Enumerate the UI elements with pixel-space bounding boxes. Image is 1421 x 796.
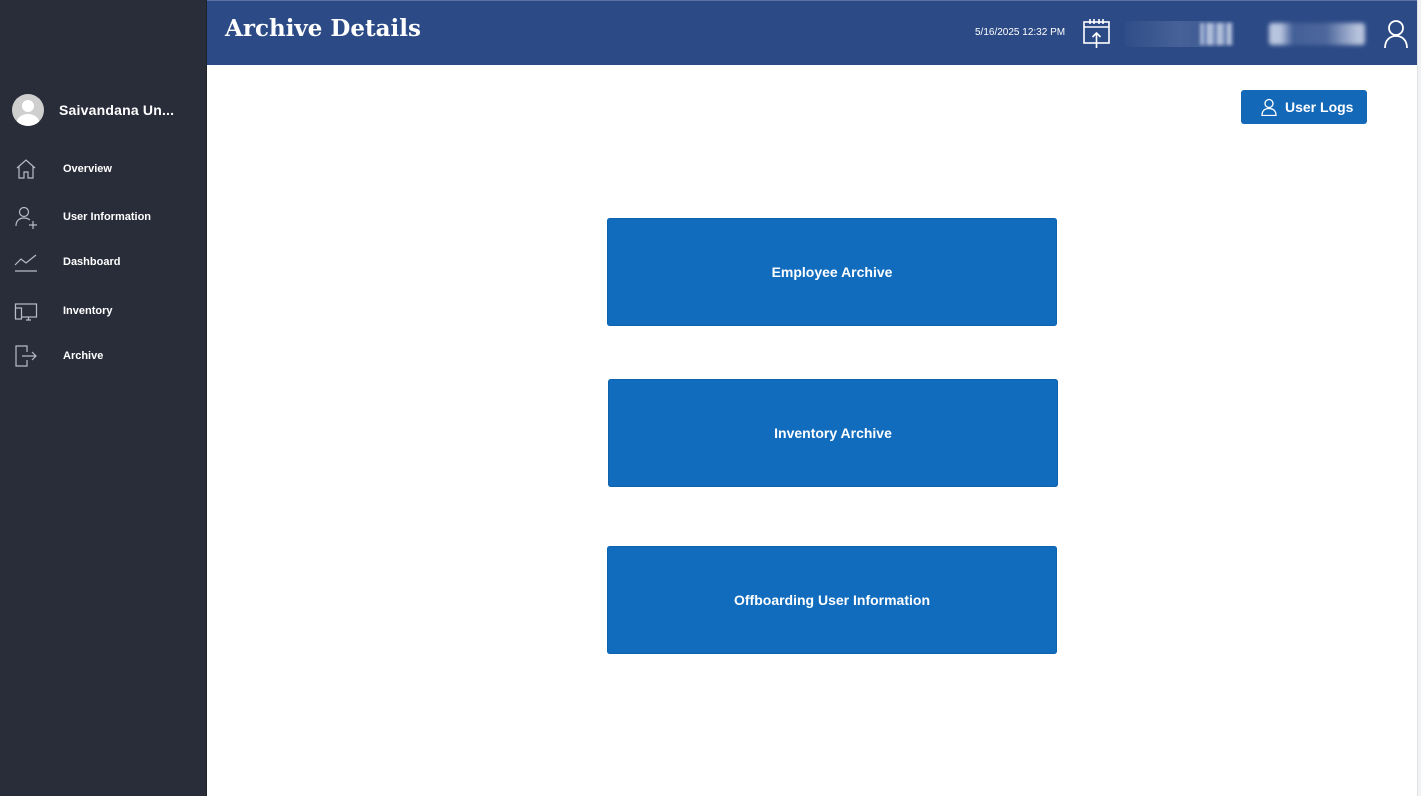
user-profile[interactable]: Saivandana Un... <box>12 94 174 126</box>
top-header: Archive Details 5/16/2025 12:32 PM <box>207 0 1417 65</box>
sidebar-item-label: Overview <box>63 163 112 175</box>
sidebar-item-label: Inventory <box>63 305 113 317</box>
devices-icon <box>14 299 38 323</box>
home-icon <box>14 157 38 181</box>
user-icon <box>1260 98 1278 117</box>
employee-archive-button[interactable]: Employee Archive <box>607 218 1057 326</box>
user-name: Saivandana Un... <box>59 102 175 118</box>
sidebar-item-overview[interactable]: Overview <box>0 151 207 187</box>
calendar-upload-icon[interactable] <box>1082 17 1112 49</box>
avatar <box>12 94 44 126</box>
offboarding-user-information-button[interactable]: Offboarding User Information <box>607 546 1057 654</box>
sidebar: Saivandana Un... Overview User Informati… <box>0 0 207 796</box>
blurred-text <box>1269 23 1365 45</box>
trend-chart-icon <box>14 250 38 274</box>
exit-icon <box>14 344 38 368</box>
user-logs-button[interactable]: User Logs <box>1241 90 1367 124</box>
sidebar-item-dashboard[interactable]: Dashboard <box>0 244 207 280</box>
page-title: Archive Details <box>225 15 421 42</box>
user-logs-label: User Logs <box>1285 99 1354 115</box>
sidebar-item-label: Archive <box>63 350 104 362</box>
app-window: Saivandana Un... Overview User Informati… <box>0 0 1421 796</box>
add-user-icon <box>14 205 38 229</box>
user-profile-icon[interactable] <box>1383 19 1409 49</box>
inventory-archive-label: Inventory Archive <box>774 425 892 441</box>
inventory-archive-button[interactable]: Inventory Archive <box>608 379 1058 487</box>
sidebar-item-archive[interactable]: Archive <box>0 338 207 374</box>
employee-archive-label: Employee Archive <box>771 264 893 280</box>
sidebar-item-inventory[interactable]: Inventory <box>0 293 207 329</box>
blurred-logo <box>1200 23 1232 45</box>
sidebar-item-label: User Information <box>63 211 152 223</box>
datetime-label: 5/16/2025 12:32 PM <box>975 27 1066 38</box>
sidebar-item-label: Dashboard <box>63 256 121 268</box>
sidebar-item-user-information[interactable]: User Information <box>0 199 207 235</box>
offboarding-user-information-label: Offboarding User Information <box>734 592 930 608</box>
scrollbar-track <box>1417 0 1421 796</box>
